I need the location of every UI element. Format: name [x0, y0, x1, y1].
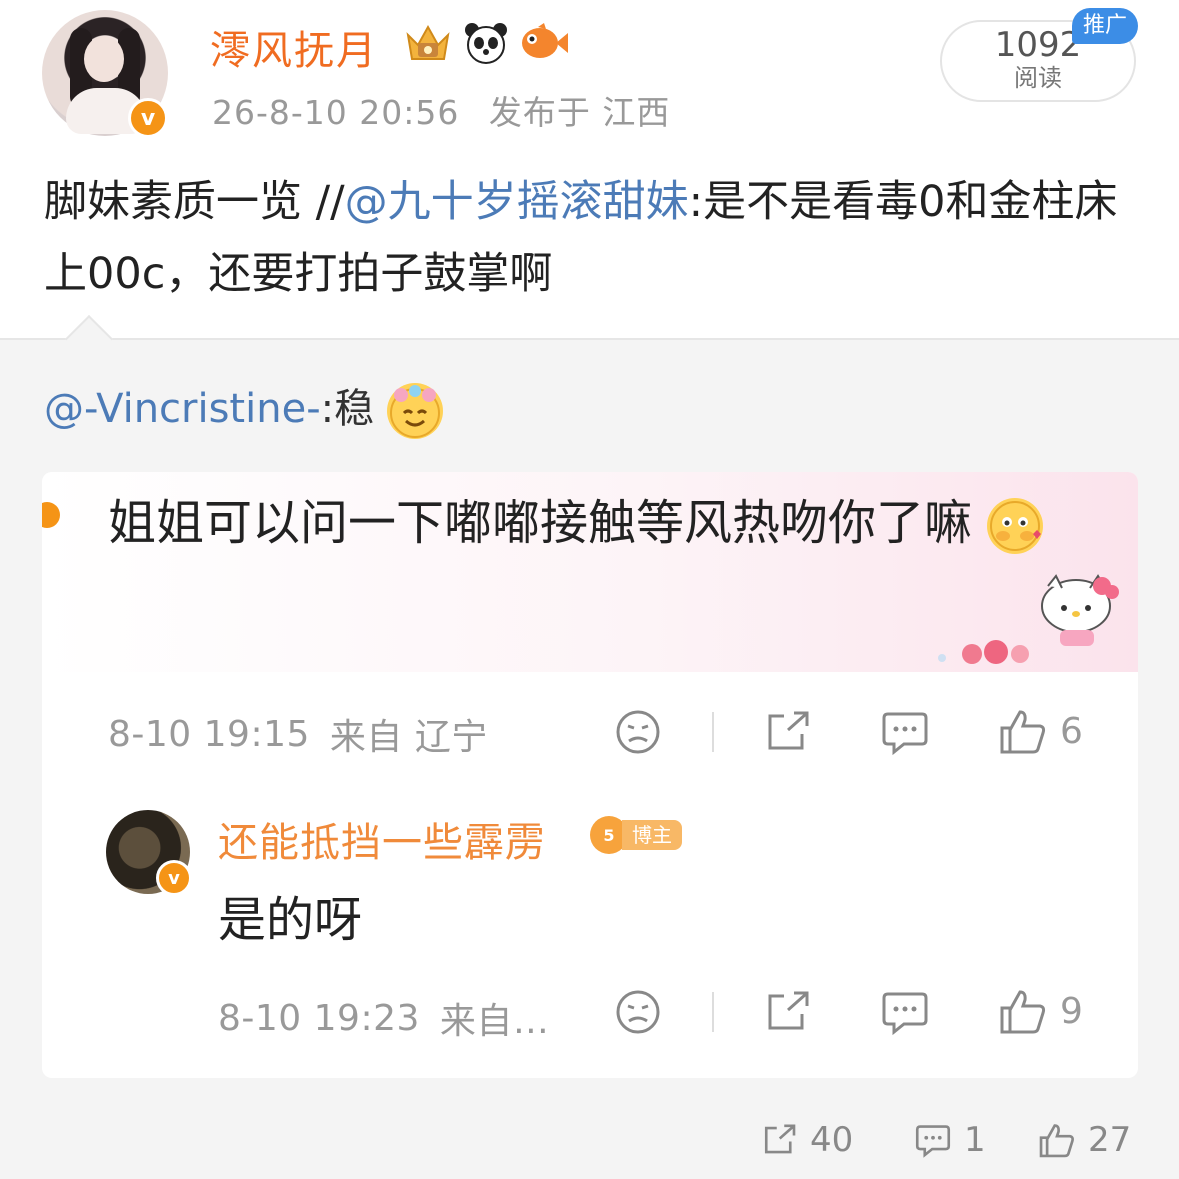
like-button[interactable]: 9	[998, 986, 1083, 1036]
like-button[interactable]: 6	[998, 706, 1083, 756]
author-name[interactable]: 澪风抚月	[210, 18, 378, 76]
footer-like-count: 27	[1088, 1120, 1132, 1160]
post-location: 发布于 江西	[488, 93, 671, 132]
fish-badge-icon[interactable]	[518, 20, 570, 66]
like-count: 9	[1060, 990, 1083, 1032]
read-label: 阅读	[1014, 64, 1062, 92]
post-mention-link[interactable]: @九十岁摇滚甜妹	[345, 177, 689, 227]
shy-face-emoji-icon	[987, 498, 1044, 554]
comment-icon	[882, 992, 928, 1036]
share-button[interactable]	[762, 708, 812, 756]
verified-icon: v	[128, 98, 168, 138]
reply-time: 8-10 19:23	[218, 997, 420, 1039]
sad-face-icon	[616, 710, 660, 754]
footer-like-button[interactable]: 27	[1038, 1120, 1131, 1160]
dislike-button[interactable]	[614, 988, 662, 1036]
footer-comment-button[interactable]: 1	[914, 1120, 986, 1160]
post-meta: 26-8-10 20:56 发布于 江西	[212, 86, 670, 134]
reply-location: 来自…	[439, 1001, 550, 1042]
post-text-before: 脚妹素质一览 //	[44, 177, 345, 227]
repost-text: :稳	[320, 386, 375, 432]
comment-text: 姐姐可以问一下嘟嘟接触等风热吻你了嘛	[108, 495, 973, 551]
repost-count: 40	[810, 1120, 854, 1160]
post-timestamp: 26-8-10 20:56	[212, 93, 460, 132]
sad-face-icon	[616, 990, 660, 1034]
user-badges	[402, 20, 570, 66]
panda-badge-icon[interactable]	[460, 20, 512, 66]
share-icon	[768, 711, 809, 750]
comment-icon	[882, 712, 928, 756]
share-icon	[768, 991, 809, 1030]
comment-bubble: 姐姐可以问一下嘟嘟接触等风热吻你了嘛	[42, 472, 1138, 672]
share-button[interactable]	[762, 988, 812, 1036]
promo-tag[interactable]: 推广	[1072, 8, 1138, 44]
footer-repost-button[interactable]: 40	[760, 1120, 853, 1160]
action-divider	[712, 712, 714, 752]
comment-icon	[915, 1125, 951, 1158]
comment-location: 来自 辽宁	[329, 717, 488, 758]
comment-meta: 8-10 19:15 来自 辽宁	[108, 708, 488, 760]
post-text: 脚妹素质一览 //@九十岁摇滚甜妹:是不是看毒0和金柱床上00c，还要打拍子鼓掌…	[44, 166, 1144, 310]
flower-crown-smile-emoji-icon	[386, 383, 443, 439]
thumbs-up-icon	[1000, 710, 1046, 754]
embedded-comment-card[interactable]: 姐姐可以问一下嘟嘟接触等风热吻你了嘛 8-10 19:15 来自 辽宁 6 v …	[42, 472, 1138, 1078]
strawberry-sticker-icon	[938, 640, 1029, 664]
reply-text: 是的呀	[218, 892, 363, 948]
crown-badge-icon[interactable]	[402, 20, 454, 66]
like-count: 6	[1060, 710, 1083, 752]
repost-line: @-Vincristine-:稳	[44, 376, 443, 439]
host-label: 博主	[622, 820, 682, 850]
thumbs-up-icon	[1000, 990, 1046, 1034]
cropped-badge-icon	[42, 502, 60, 528]
comment-button[interactable]	[880, 708, 930, 756]
dislike-button[interactable]	[614, 708, 662, 756]
verified-icon: v	[156, 860, 192, 896]
reply-meta: 8-10 19:23 来自…	[218, 992, 549, 1044]
comment-text-block: 姐姐可以问一下嘟嘟接触等风热吻你了嘛	[108, 486, 1088, 560]
comment-time: 8-10 19:15	[108, 713, 310, 755]
comment-count: 1	[964, 1120, 986, 1160]
thumbs-up-icon	[1039, 1124, 1074, 1158]
share-icon	[764, 1124, 796, 1154]
host-badge: 5 博主	[590, 816, 682, 854]
action-divider	[712, 992, 714, 1032]
reply-author-name[interactable]: 还能抵挡一些霹雳	[218, 810, 546, 868]
comment-button[interactable]	[880, 988, 930, 1036]
avatar-face	[84, 36, 124, 82]
hello-kitty-sticker-icon	[1041, 574, 1119, 646]
repost-mention-link[interactable]: @-Vincristine-	[44, 386, 321, 432]
